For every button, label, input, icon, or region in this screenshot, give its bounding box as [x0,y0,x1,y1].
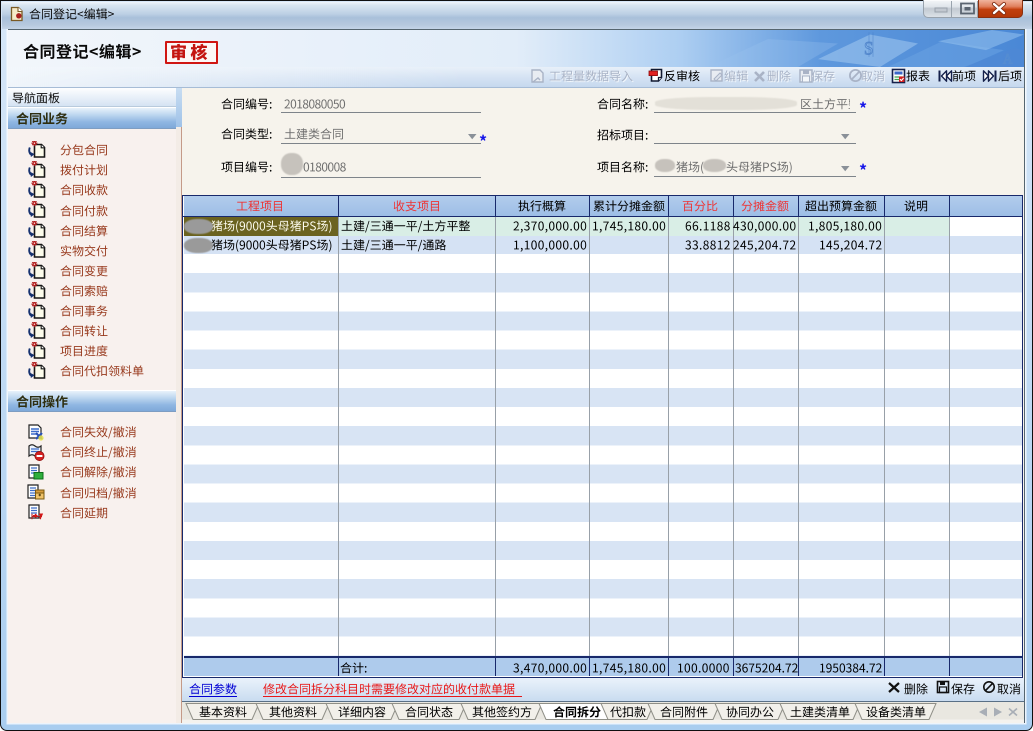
svg-text:A: A [1003,50,1012,66]
